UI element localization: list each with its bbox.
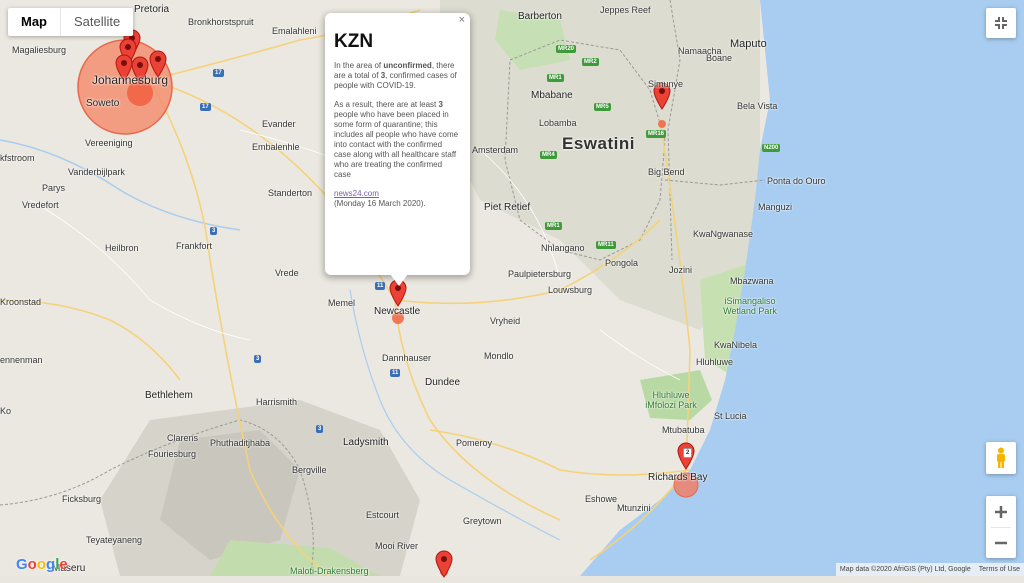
place-label: Manguzi bbox=[758, 202, 793, 212]
fullscreen-button[interactable] bbox=[986, 8, 1016, 38]
map-data-attribution: Map data ©2020 AfriGIS (Pty) Ltd, Google bbox=[839, 566, 971, 573]
map-type-satellite-button[interactable]: Satellite bbox=[61, 8, 133, 36]
place-label: Jozini bbox=[669, 265, 693, 275]
map-attribution: Map data ©2020 AfriGIS (Pty) Ltd, Google… bbox=[835, 563, 1024, 576]
street-view-pegman-button[interactable] bbox=[986, 442, 1016, 474]
place-label: Vanderbijlpark bbox=[68, 167, 125, 177]
place-label: Vereeniging bbox=[85, 138, 133, 148]
place-label: Ladysmith bbox=[343, 437, 389, 448]
place-label: Bergville bbox=[292, 465, 327, 475]
place-label: KwaNgwanase bbox=[693, 229, 754, 239]
place-label: Ko bbox=[0, 406, 12, 416]
place-label: Vredefort bbox=[22, 200, 59, 210]
place-label: Newcastle bbox=[374, 306, 421, 317]
place-label: Memel bbox=[328, 298, 356, 308]
place-label: St Lucia bbox=[714, 411, 747, 421]
place-label: Paulpietersburg bbox=[508, 269, 572, 279]
place-label: Mbazwana bbox=[730, 276, 774, 286]
place-label: Parys bbox=[42, 183, 66, 193]
place-label: Teyateyaneng bbox=[86, 535, 143, 545]
place-label: Mbabane bbox=[531, 90, 573, 101]
plus-icon bbox=[995, 505, 1007, 518]
place-label: Bela Vista bbox=[737, 101, 778, 111]
country-label: Eswatini bbox=[562, 134, 635, 153]
place-label: Maputo bbox=[730, 38, 767, 50]
place-label: KwaNibela bbox=[714, 340, 758, 350]
place-label: Fouriesburg bbox=[148, 449, 197, 459]
zoom-control bbox=[986, 496, 1016, 558]
zoom-out-button[interactable] bbox=[986, 528, 1016, 558]
place-label: Heilbron bbox=[105, 243, 139, 253]
place-label: Louwsburg bbox=[548, 285, 593, 295]
place-label: Estcourt bbox=[366, 510, 400, 520]
place-label: kfstroom bbox=[0, 153, 35, 163]
place-label: Piet Retief bbox=[484, 202, 531, 213]
zoom-in-button[interactable] bbox=[986, 497, 1016, 527]
place-label: Bethlehem bbox=[145, 390, 193, 401]
place-label: Hluhluwe bbox=[696, 357, 734, 367]
place-label: Barberton bbox=[518, 11, 562, 22]
place-label: Greytown bbox=[463, 516, 502, 526]
place-label: Magaliesburg bbox=[12, 45, 67, 55]
place-label: Eshowe bbox=[585, 494, 618, 504]
place-label: Soweto bbox=[86, 98, 120, 109]
place-label: Namaacha bbox=[678, 46, 722, 56]
place-label: Amsterdam bbox=[472, 145, 519, 155]
place-label: Emalahleni bbox=[272, 26, 317, 36]
place-label: ennenman bbox=[0, 355, 43, 365]
place-label: Mtunzini bbox=[617, 503, 651, 513]
place-label: Simunye bbox=[648, 79, 684, 89]
info-window-tail bbox=[390, 274, 408, 286]
info-window-paragraph-quarantine: As a result, there are at least 3 people… bbox=[334, 100, 459, 179]
place-label: Harrismith bbox=[256, 397, 298, 407]
place-label: Mtubatuba bbox=[662, 425, 705, 435]
place-label: Pomeroy bbox=[456, 438, 493, 448]
info-window-title: KZN bbox=[334, 31, 374, 52]
place-label: Kroonstad bbox=[0, 297, 42, 307]
place-label: Embalenhle bbox=[252, 142, 300, 152]
place-label: Mooi River bbox=[375, 541, 419, 551]
map-type-control: Map Satellite bbox=[8, 8, 134, 36]
place-label: Standerton bbox=[268, 188, 313, 198]
place-label: Vryheid bbox=[490, 316, 521, 326]
place-label: Pretoria bbox=[134, 4, 170, 15]
info-window: × KZN In the area of unconfirmed, there … bbox=[325, 13, 470, 275]
place-label: Lobamba bbox=[539, 118, 577, 128]
place-label: Dundee bbox=[425, 377, 461, 388]
fullscreen-exit-icon bbox=[995, 17, 1007, 29]
place-label: Clarens bbox=[167, 433, 199, 443]
minus-icon bbox=[995, 541, 1007, 544]
source-link[interactable]: news24.com bbox=[334, 189, 379, 198]
place-label: Dannhauser bbox=[382, 353, 432, 363]
place-label: Evander bbox=[262, 119, 296, 129]
info-window-paragraph-cases: In the area of unconfirmed, there are a … bbox=[334, 61, 457, 90]
map-pin-icon[interactable] bbox=[435, 550, 453, 578]
close-icon[interactable]: × bbox=[459, 15, 465, 26]
map-type-map-button[interactable]: Map bbox=[8, 8, 61, 36]
place-label: Ponta do Ouro bbox=[767, 176, 826, 186]
place-label: Johannesburg bbox=[92, 73, 169, 87]
info-window-source: news24.com (Monday 16 March 2020). bbox=[334, 189, 426, 208]
place-label: Vrede bbox=[275, 268, 299, 278]
google-logo[interactable]: Google bbox=[16, 556, 68, 573]
place-label: Hluhluwe iMfolozi Park bbox=[645, 390, 697, 410]
place-label: Bronkhorstspruit bbox=[188, 17, 254, 27]
place-label: Mondlo bbox=[484, 351, 514, 361]
place-label: Big Bend bbox=[648, 167, 685, 177]
place-label: Frankfort bbox=[176, 241, 213, 251]
place-label: iSimangaliso Wetland Park bbox=[723, 296, 777, 316]
place-label: Maloti-Drakensberg bbox=[290, 566, 369, 576]
place-label: Pongola bbox=[605, 258, 639, 268]
place-label: Jeppes Reef bbox=[600, 5, 651, 15]
place-label: Phuthaditjhaba bbox=[210, 438, 271, 448]
pegman-icon bbox=[997, 447, 1005, 468]
place-label: Richards Bay bbox=[648, 472, 708, 483]
place-label: Nhlangano bbox=[541, 243, 585, 253]
place-label: Ficksburg bbox=[62, 494, 102, 504]
terms-of-use-link[interactable]: Terms of Use bbox=[979, 563, 1020, 576]
